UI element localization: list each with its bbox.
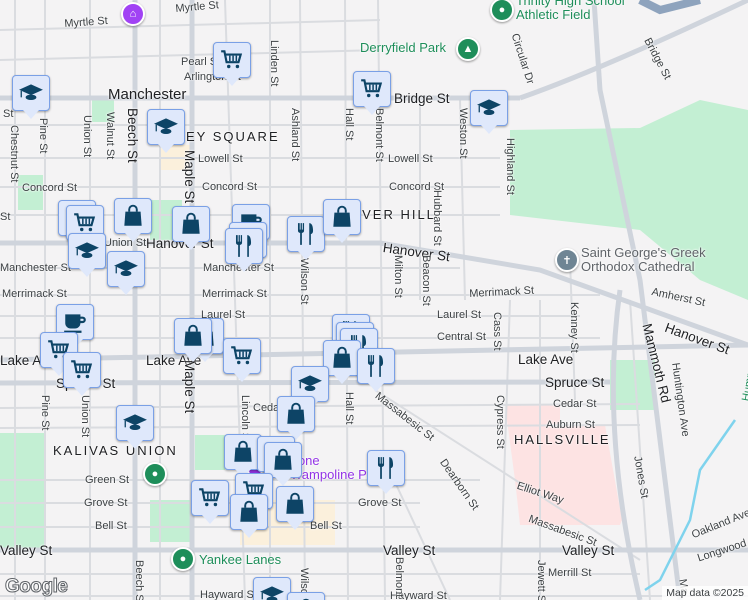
street-label: Grove St: [84, 497, 128, 509]
street-label: St: [0, 211, 11, 223]
street-label: Bell St: [310, 520, 342, 532]
street-label: Green St: [85, 474, 130, 486]
street-label: Belmont St: [393, 557, 405, 600]
street-label: Ashland St: [289, 108, 301, 162]
street-label: Merrill St: [548, 567, 592, 579]
place-pin-icon[interactable]: ●: [143, 462, 167, 486]
street-label: Auburn St: [546, 419, 595, 431]
street-label: Cedar St: [553, 398, 597, 410]
school-marker-icon[interactable]: [253, 577, 291, 600]
street-label: Jewett St: [535, 560, 547, 600]
grocery-cart-marker-icon[interactable]: [191, 480, 229, 524]
poi-label-yankee-lanes[interactable]: Yankee Lanes: [199, 552, 281, 567]
bowling-pin-icon[interactable]: ●: [171, 547, 195, 571]
grocery-cart-marker-icon[interactable]: [223, 338, 261, 382]
museum-icon[interactable]: ⌂: [121, 2, 145, 26]
street-label: Spruce St: [545, 375, 605, 390]
shopping-bag-marker-icon[interactable]: [287, 592, 325, 600]
street-label: Hall St: [343, 108, 355, 141]
neighborhood-label: KALIVAS UNION: [53, 443, 178, 458]
neighborhood-label: HALLSVILLE: [514, 432, 611, 447]
street-label: Chestnut St: [8, 125, 20, 183]
shopping-bag-marker-icon[interactable]: [323, 199, 361, 243]
school-marker-icon[interactable]: [147, 109, 185, 153]
street-label: Concord St: [22, 182, 78, 194]
street-label: Lowell St: [198, 153, 243, 165]
school-marker-icon[interactable]: [107, 251, 145, 295]
grocery-cart-marker-icon[interactable]: [353, 71, 391, 115]
school-marker-icon[interactable]: [12, 75, 50, 119]
map-attribution[interactable]: Map data ©2025: [662, 586, 748, 600]
street-label: Milton St: [392, 255, 404, 298]
street-label: Central St: [437, 331, 486, 343]
street-label: Concord St: [202, 181, 258, 193]
restaurant-marker-icon[interactable]: [357, 348, 395, 392]
street-label: Valley St: [562, 543, 615, 558]
shopping-bag-marker-icon[interactable]: [114, 198, 152, 242]
street-label: Kenney St: [568, 302, 580, 353]
street-label: Pine St: [37, 118, 49, 154]
street-label: Beacon St: [420, 255, 432, 306]
street-label: Cass St: [491, 312, 503, 351]
shopping-bag-marker-icon[interactable]: [277, 396, 315, 440]
poi-label-derryfield[interactable]: Derryfield Park: [360, 40, 446, 55]
map-canvas[interactable]: Myrtle St Myrtle St Pearl St Arlington S…: [0, 0, 748, 600]
street-label: Lake Ave: [518, 352, 574, 367]
google-logo: Google: [4, 576, 68, 598]
street-label: Bell St: [95, 520, 127, 532]
street-label: Hayward St: [200, 589, 257, 600]
street-label: Linden St: [268, 40, 280, 87]
restaurant-marker-icon[interactable]: [367, 450, 405, 494]
street-label: Union St: [81, 115, 93, 158]
street-label: Lowell St: [388, 153, 433, 165]
street-label: Pine St: [39, 395, 51, 431]
street-label: Cypress St: [494, 395, 506, 449]
school-marker-icon[interactable]: [68, 233, 106, 277]
street-label: Valley St: [383, 543, 436, 558]
grocery-cart-marker-icon[interactable]: [213, 42, 251, 86]
street-label: Union St: [79, 395, 91, 438]
street-label: Beech St: [125, 108, 140, 163]
street-label: Manchester St: [0, 262, 71, 274]
street-label: Hall St: [343, 392, 355, 425]
shopping-bag-marker-icon[interactable]: [172, 206, 210, 250]
church-cross-icon[interactable]: ✝: [555, 248, 579, 272]
street-label: Hubbard St: [431, 190, 443, 246]
street-label: Maple St: [182, 360, 197, 414]
street-label: Beech St: [133, 560, 145, 600]
street-label: Belmont St: [373, 108, 385, 162]
street-label: St: [3, 108, 14, 120]
grocery-cart-marker-icon[interactable]: [63, 352, 101, 396]
street-label: Maple St: [182, 150, 197, 204]
street-label: Valley St: [0, 543, 53, 558]
shopping-bag-marker-icon[interactable]: [276, 486, 314, 530]
street-label: Merrimack St: [202, 288, 267, 300]
restaurant-marker-icon[interactable]: [225, 228, 263, 272]
shopping-bag-marker-icon[interactable]: [174, 318, 212, 362]
poi-label-trinity[interactable]: Trinity High School Athletic Field: [516, 0, 625, 22]
street-label: Laurel St: [437, 309, 482, 321]
neighborhood-label: EY SQUARE: [186, 129, 280, 144]
shopping-bag-marker-icon[interactable]: [230, 494, 268, 538]
street-label: Grove St: [358, 497, 402, 509]
street-label: Weston St: [457, 108, 469, 159]
street-label: Merrimack St: [2, 288, 67, 300]
park-tree-icon[interactable]: ▲: [456, 37, 480, 61]
city-label: Manchester: [108, 86, 187, 103]
street-label: Walnut St: [104, 112, 116, 160]
restaurant-marker-icon[interactable]: [287, 216, 325, 260]
school-marker-icon[interactable]: [116, 405, 154, 449]
street-label: Highland St: [504, 138, 516, 195]
neighborhood-label: OVER HILL: [350, 207, 436, 222]
poi-label-saint-george[interactable]: Saint George's Greek Orthodox Cathedral: [581, 246, 706, 274]
street-label: Wilson St: [298, 258, 310, 305]
school-marker-icon[interactable]: [470, 90, 508, 134]
street-label: Bridge St: [394, 91, 450, 106]
